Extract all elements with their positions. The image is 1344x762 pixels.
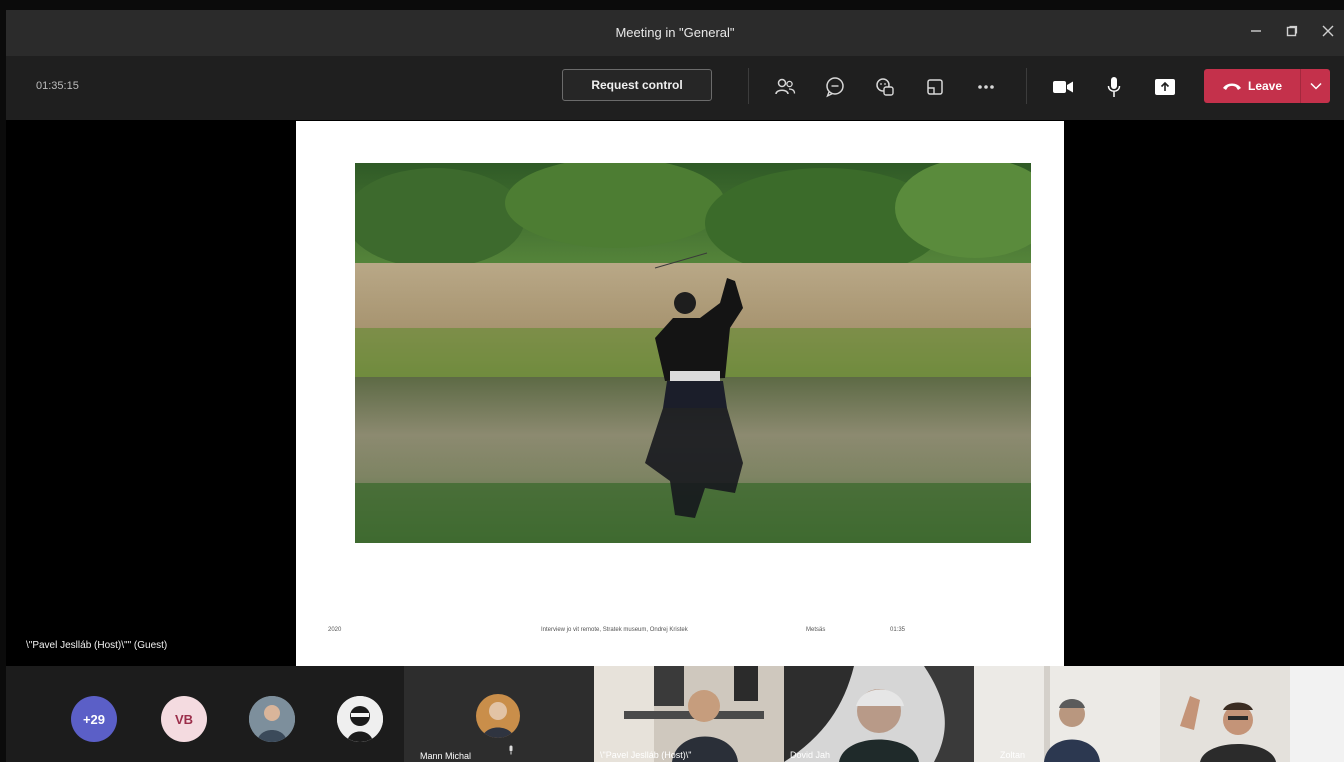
chevron-down-icon[interactable] (1301, 69, 1330, 103)
share-icon[interactable] (1151, 73, 1179, 101)
leave-main[interactable]: Leave (1204, 69, 1300, 103)
slide-footer-year: 2020 (328, 627, 342, 633)
video-tile[interactable]: Dovid Jah (784, 666, 974, 762)
participant-name: \"Pavel Jeslláb (Host)\" (600, 750, 692, 760)
people-icon[interactable] (771, 73, 799, 101)
microphone-icon[interactable] (1100, 73, 1128, 101)
more-icon[interactable] (972, 73, 1000, 101)
video-tile[interactable]: Zoltan (974, 666, 1160, 762)
rooms-icon[interactable] (921, 73, 949, 101)
video-tile[interactable] (1160, 666, 1344, 762)
slide-photo (355, 163, 1031, 543)
window-title: Meeting in "General" (615, 25, 735, 40)
mic-icon (507, 742, 515, 760)
leave-label: Leave (1247, 79, 1283, 93)
close-icon[interactable] (1314, 20, 1342, 44)
slide-footer-place: Metsäs (806, 627, 826, 633)
leave-button[interactable]: Leave (1204, 69, 1330, 103)
chat-icon[interactable] (821, 73, 849, 101)
participant-name: Zoltan (1000, 750, 1026, 760)
shared-screen-stage: 2020 Interview jo vit remote, Stratek mu… (6, 120, 1344, 666)
participant-name: Mann Michal (420, 751, 472, 761)
participant-gallery: +29 VB Mann Michal \"Pavel Jeslláb (Host… (6, 666, 1344, 762)
meeting-toolbar: 01:35:15 Request control Leave (6, 56, 1344, 120)
hang-up-icon (1222, 83, 1241, 90)
overflow-participants-button[interactable]: +29 (71, 696, 117, 742)
slide-footer-time: 01:35 (890, 627, 906, 633)
active-participant-tile[interactable]: Mann Michal (404, 666, 594, 762)
meeting-timer: 01:35:15 (36, 80, 79, 92)
toolbar-divider (1026, 68, 1027, 104)
participant-name: Dovid Jah (790, 750, 831, 760)
request-control-button[interactable]: Request control (562, 69, 712, 101)
shared-slide: 2020 Interview jo vit remote, Stratek mu… (296, 121, 1064, 666)
avatar[interactable] (337, 696, 383, 742)
camera-icon[interactable] (1049, 73, 1077, 101)
teams-meeting-window: Meeting in "General" 01:35:15 Request co… (6, 10, 1344, 762)
video-tile[interactable]: \"Pavel Jeslláb (Host)\" (594, 666, 784, 762)
presenter-name-label: \"Pavel Jeslláb (Host)\"" (Guest) (26, 640, 168, 651)
title-bar: Meeting in "General" (6, 10, 1344, 56)
toolbar-divider (748, 68, 749, 104)
minimize-icon[interactable] (1242, 20, 1270, 44)
slide-footer-caption: Interview jo vit remote, Stratek museum,… (541, 627, 688, 633)
reactions-icon[interactable] (871, 73, 899, 101)
restore-icon[interactable] (1278, 20, 1306, 44)
initials-avatar[interactable]: VB (161, 696, 207, 742)
avatar[interactable] (249, 696, 295, 742)
avatar (476, 694, 520, 738)
